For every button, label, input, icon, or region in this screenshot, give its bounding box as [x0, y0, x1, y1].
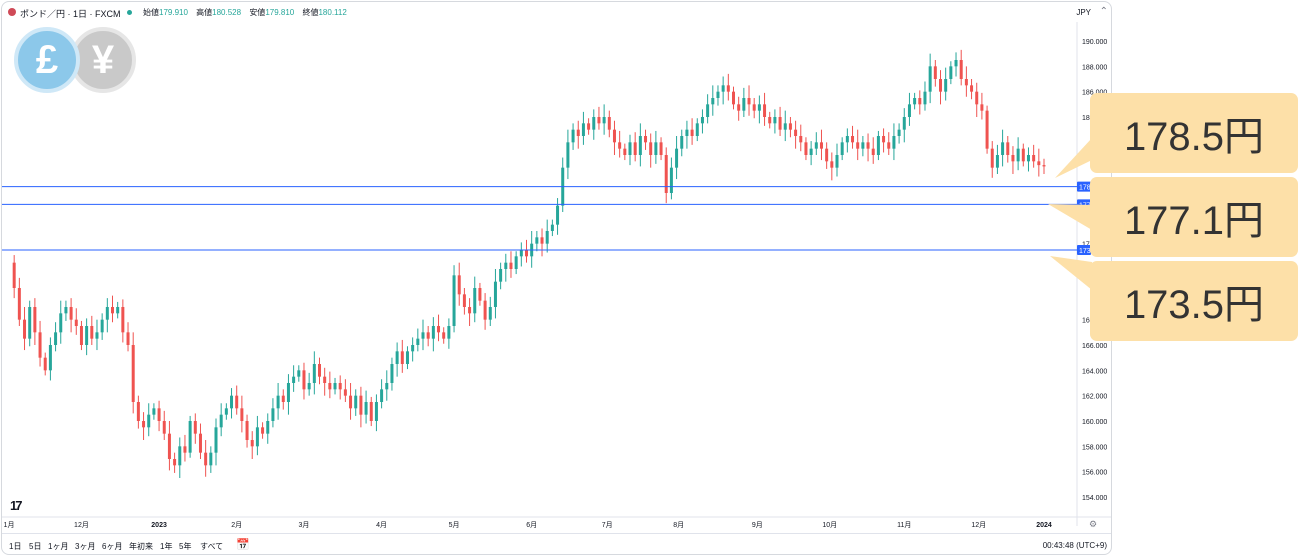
- pound-coin-icon: £: [14, 27, 80, 93]
- callout-level-1: 178.5円: [1090, 93, 1298, 173]
- callout-tail-3: [1050, 256, 1092, 290]
- callout-tail-1: [1055, 138, 1092, 178]
- callout-level-2: 177.1円: [1090, 177, 1298, 257]
- callout-tail-2: [1048, 204, 1092, 230]
- callout-level-3: 173.5円: [1090, 261, 1298, 341]
